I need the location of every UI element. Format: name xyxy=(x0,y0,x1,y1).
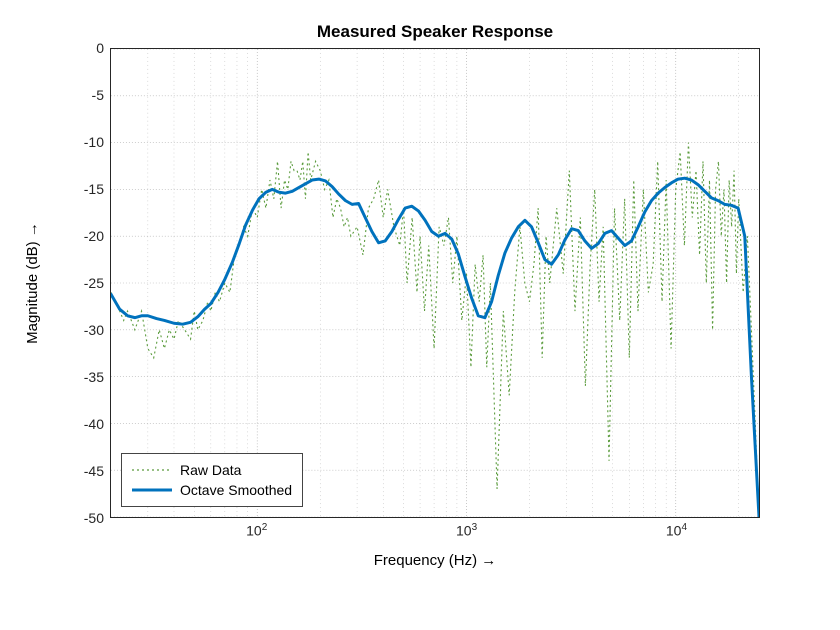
y-tick-label: -15 xyxy=(84,181,104,197)
y-tick-label: -40 xyxy=(84,416,104,432)
y-axis-label: Magnitude (dB) → xyxy=(24,48,44,518)
plot-axes: Raw Data Octave Smoothed xyxy=(110,48,760,518)
chart-title: Measured Speaker Response xyxy=(110,22,760,42)
x-tick-label: 103 xyxy=(456,522,477,539)
legend-swatch-smoothed xyxy=(132,483,172,497)
legend-label-raw: Raw Data xyxy=(180,462,241,478)
y-tick-label: -50 xyxy=(84,510,104,526)
y-tick-label: -25 xyxy=(84,275,104,291)
plot-svg xyxy=(111,49,759,517)
y-tick-label: -30 xyxy=(84,322,104,338)
y-tick-label: -20 xyxy=(84,228,104,244)
legend-swatch-raw xyxy=(132,463,172,477)
chart-figure: Measured Speaker Response Raw Data Octav… xyxy=(0,0,840,630)
y-tick-label: 0 xyxy=(96,40,104,56)
legend-label-smoothed: Octave Smoothed xyxy=(180,482,292,498)
legend-entry-smoothed: Octave Smoothed xyxy=(132,480,292,500)
y-tick-label: -35 xyxy=(84,369,104,385)
x-tick-label: 104 xyxy=(666,522,687,539)
legend-entry-raw: Raw Data xyxy=(132,460,292,480)
y-tick-label: -45 xyxy=(84,463,104,479)
legend: Raw Data Octave Smoothed xyxy=(121,453,303,507)
x-axis-label: Frequency (Hz) → xyxy=(110,552,760,569)
y-tick-label: -10 xyxy=(84,134,104,150)
x-tick-label: 102 xyxy=(246,522,267,539)
y-tick-label: -5 xyxy=(92,87,104,103)
